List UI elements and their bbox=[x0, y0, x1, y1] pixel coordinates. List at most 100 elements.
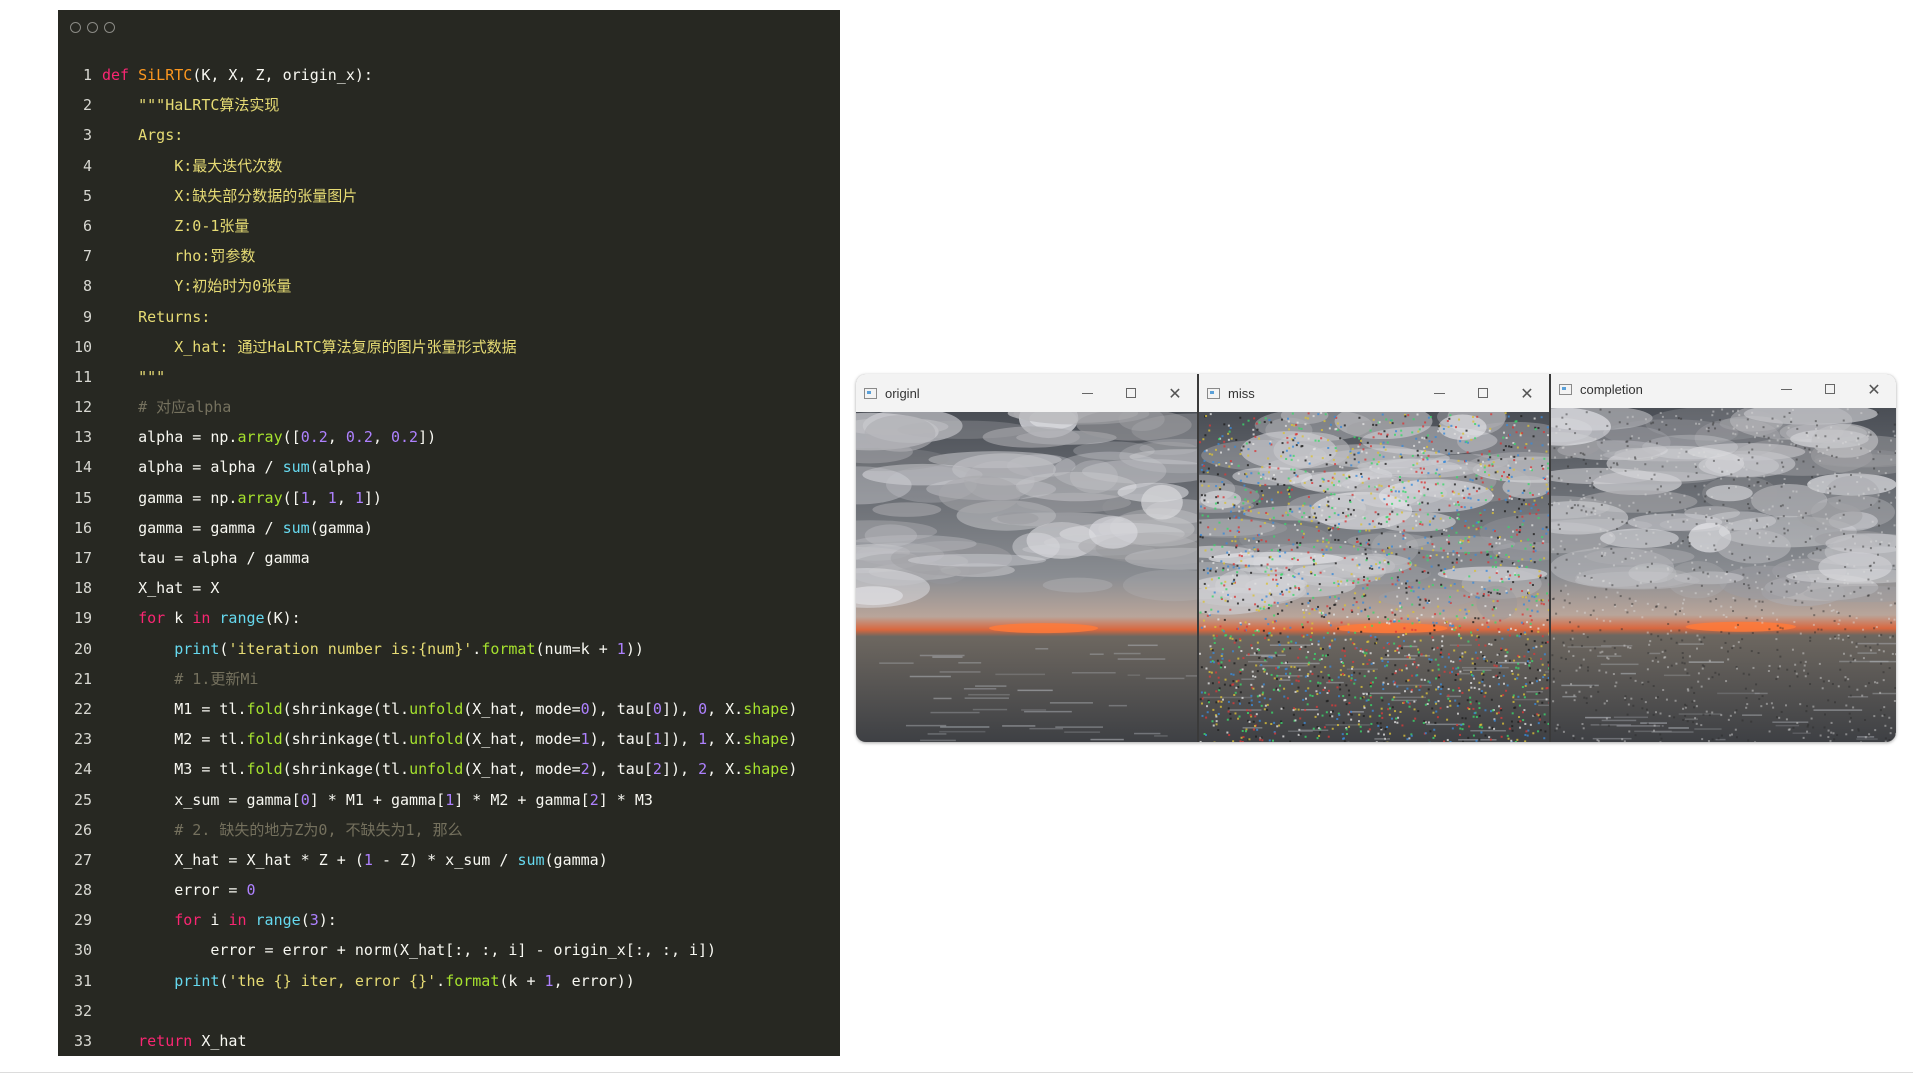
noise-pixel bbox=[1301, 435, 1304, 438]
noise-pixel bbox=[1238, 699, 1241, 702]
noise-pixel bbox=[1890, 439, 1893, 442]
minimize-dot-icon[interactable] bbox=[87, 22, 98, 33]
noise-pixel bbox=[1380, 485, 1383, 488]
noise-pixel bbox=[1508, 473, 1511, 476]
noise-pixel bbox=[1242, 598, 1245, 601]
noise-pixel bbox=[1288, 495, 1291, 498]
maximize-icon[interactable] bbox=[1808, 374, 1852, 408]
code-line: 29 for i in range(3): bbox=[58, 905, 840, 935]
noise-pixel bbox=[1319, 484, 1322, 487]
window-titlebar[interactable]: completion ✕ bbox=[1551, 374, 1896, 408]
noise-pixel bbox=[1464, 485, 1467, 488]
noise-pixel bbox=[1300, 427, 1303, 430]
minimize-icon[interactable] bbox=[1065, 374, 1109, 412]
noise-pixel bbox=[1415, 470, 1418, 473]
close-icon[interactable]: ✕ bbox=[1153, 374, 1197, 412]
noise-pixel bbox=[1453, 502, 1456, 505]
noise-pixel bbox=[1203, 582, 1206, 585]
code-token: X:缺失部分数据的张量图片 bbox=[102, 186, 358, 205]
noise-pixel bbox=[1468, 535, 1471, 538]
noise-pixel bbox=[1516, 566, 1519, 569]
noise-pixel bbox=[1276, 567, 1279, 570]
noise-pixel bbox=[1447, 534, 1450, 537]
noise-pixel bbox=[1411, 622, 1414, 625]
minimize-icon[interactable] bbox=[1417, 374, 1461, 412]
noise-pixel bbox=[1832, 609, 1835, 612]
window-titlebar[interactable]: originl ✕ bbox=[856, 374, 1197, 412]
noise-pixel bbox=[1818, 662, 1821, 665]
noise-pixel bbox=[1771, 417, 1774, 420]
noise-pixel bbox=[1261, 685, 1264, 688]
noise-pixel bbox=[1290, 548, 1293, 551]
noise-pixel bbox=[1518, 655, 1521, 658]
noise-pixel bbox=[1607, 450, 1610, 453]
noise-pixel bbox=[1462, 540, 1465, 543]
noise-pixel bbox=[1644, 493, 1647, 496]
noise-pixel bbox=[1201, 697, 1204, 700]
noise-pixel bbox=[1387, 708, 1390, 711]
noise-pixel bbox=[1232, 702, 1235, 705]
noise-pixel bbox=[1393, 456, 1396, 459]
noise-pixel bbox=[1486, 621, 1489, 624]
noise-pixel bbox=[1365, 451, 1368, 454]
maximize-icon[interactable] bbox=[1109, 374, 1153, 412]
noise-pixel bbox=[1380, 532, 1383, 535]
noise-pixel bbox=[1748, 598, 1751, 601]
noise-pixel bbox=[1488, 643, 1491, 646]
close-icon[interactable]: ✕ bbox=[1852, 374, 1896, 408]
noise-pixel bbox=[1371, 520, 1374, 523]
code-token: array bbox=[237, 488, 283, 507]
noise-pixel bbox=[1749, 527, 1752, 530]
code-token: 1 bbox=[445, 790, 455, 809]
line-number: 7 bbox=[82, 247, 92, 266]
noise-pixel bbox=[1222, 567, 1225, 570]
noise-pixel bbox=[1456, 551, 1459, 554]
noise-pixel bbox=[1625, 522, 1628, 525]
window-titlebar[interactable]: miss ✕ bbox=[1199, 374, 1549, 412]
noise-pixel bbox=[1393, 618, 1396, 621]
noise-pixel bbox=[1252, 675, 1255, 678]
code-token: 1 bbox=[363, 850, 373, 869]
noise-pixel bbox=[1480, 453, 1483, 456]
noise-pixel bbox=[1422, 425, 1425, 428]
noise-pixel bbox=[1418, 441, 1421, 444]
noise-pixel bbox=[1458, 702, 1461, 705]
noise-pixel bbox=[1406, 655, 1409, 658]
noise-pixel bbox=[1806, 705, 1809, 708]
noise-pixel bbox=[1470, 506, 1473, 509]
noise-pixel bbox=[1572, 654, 1575, 657]
noise-pixel bbox=[1605, 717, 1608, 720]
noise-pixel bbox=[1384, 448, 1387, 451]
sea-reflection bbox=[1049, 702, 1093, 704]
noise-pixel bbox=[1870, 503, 1873, 506]
noise-pixel bbox=[1857, 443, 1860, 446]
noise-pixel bbox=[1443, 460, 1446, 463]
noise-pixel bbox=[1529, 581, 1532, 584]
noise-pixel bbox=[1396, 595, 1399, 598]
zoom-dot-icon[interactable] bbox=[104, 22, 115, 33]
noise-pixel bbox=[1541, 527, 1544, 530]
noise-pixel bbox=[1283, 627, 1286, 630]
noise-pixel bbox=[1532, 503, 1535, 506]
noise-pixel bbox=[1439, 653, 1442, 656]
noise-pixel bbox=[1684, 714, 1687, 717]
close-icon[interactable]: ✕ bbox=[1505, 374, 1549, 412]
noise-pixel bbox=[1435, 528, 1438, 531]
maximize-icon[interactable] bbox=[1461, 374, 1505, 412]
noise-pixel bbox=[1853, 590, 1856, 593]
noise-pixel bbox=[1345, 703, 1348, 706]
noise-pixel bbox=[1231, 540, 1234, 543]
noise-pixel bbox=[1245, 625, 1248, 628]
noise-pixel bbox=[1853, 565, 1856, 568]
noise-pixel bbox=[1470, 438, 1473, 441]
noise-pixel bbox=[1243, 484, 1246, 487]
noise-pixel bbox=[1258, 719, 1261, 722]
close-dot-icon[interactable] bbox=[70, 22, 81, 33]
noise-pixel bbox=[1508, 659, 1511, 662]
code-token: array bbox=[237, 428, 283, 447]
line-number: 17 bbox=[73, 549, 92, 567]
minimize-icon[interactable] bbox=[1764, 374, 1808, 408]
noise-pixel bbox=[1788, 685, 1791, 688]
noise-pixel bbox=[1227, 700, 1230, 703]
noise-pixel bbox=[1516, 533, 1519, 536]
